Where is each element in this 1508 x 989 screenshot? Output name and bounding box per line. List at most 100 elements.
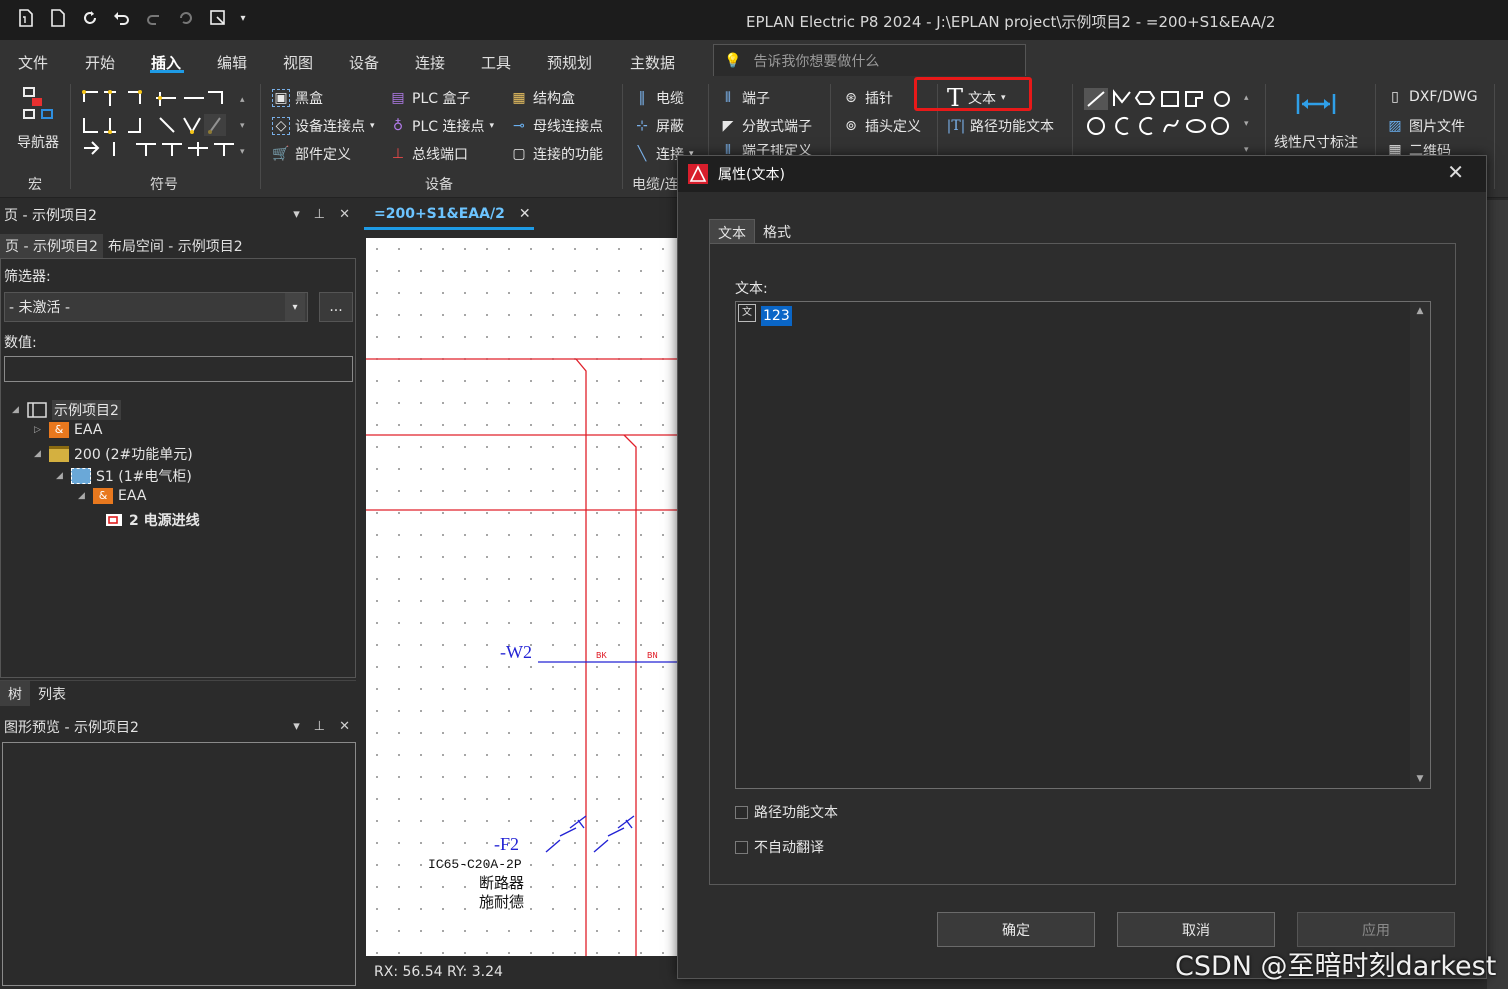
path-function-text-button[interactable]: |T| 路径功能文本: [947, 116, 1054, 136]
tab-layout-space[interactable]: 布局空间 - 示例项目2: [103, 234, 248, 258]
close-icon[interactable]: ✕: [1447, 160, 1464, 184]
plc-connection-point-button[interactable]: ♁ PLC 连接点 ▾: [389, 116, 494, 136]
bus-port-icon: ⊥: [391, 146, 405, 162]
tab-master-data[interactable]: 主数据: [630, 52, 675, 73]
dimension-icon: [1296, 94, 1336, 114]
close-icon[interactable]: ✕: [339, 207, 350, 222]
tab-tree[interactable]: 树: [0, 681, 30, 706]
scrollbar[interactable]: ▲ ▼: [1410, 302, 1430, 788]
apply-button[interactable]: 应用: [1297, 912, 1455, 947]
repeat-icon[interactable]: [174, 6, 198, 30]
text-value[interactable]: 123: [761, 306, 792, 326]
plc-connection-icon: ♁: [392, 118, 404, 134]
pin-panel-icon[interactable]: ⊥: [314, 207, 325, 222]
tab-format[interactable]: 格式: [755, 219, 799, 243]
navigator-label: 导航器: [17, 135, 59, 151]
schematic-canvas[interactable]: -W2 BK BN -F2 IC65-C20A-2P 断路器 施耐德: [366, 238, 678, 956]
path-function-text-checkbox[interactable]: 路径功能文本: [735, 802, 838, 822]
structure-box-button[interactable]: ▦ 结构盒: [510, 88, 575, 108]
tree-node-eaa[interactable]: ▷ & EAA: [34, 422, 102, 438]
collapse-icon[interactable]: ◢: [12, 405, 22, 415]
page-panel-tabs: 页 - 示例项目2 布局空间 - 示例项目2: [0, 234, 362, 258]
separator: [70, 84, 71, 189]
collapse-icon[interactable]: ◢: [34, 449, 44, 459]
tab-pages[interactable]: 页 - 示例项目2: [0, 234, 103, 258]
tab-text[interactable]: 文本: [709, 219, 755, 243]
watermark: CSDN @至暗时刻darkest: [1175, 951, 1497, 982]
document-tab[interactable]: =200+S1&EAA/2 ✕: [364, 200, 534, 230]
connection-icon: ╲: [637, 146, 647, 162]
quick-access-toolbar: ▾: [14, 6, 248, 30]
terminal-button[interactable]: ⦀ 端子: [719, 88, 770, 108]
image-file-button[interactable]: ▨ 图片文件: [1386, 116, 1465, 136]
tab-preplanning[interactable]: 预规划: [547, 52, 592, 73]
pin-panel-icon[interactable]: ⊥: [314, 719, 325, 734]
close-icon[interactable]: ✕: [519, 206, 531, 222]
eplan-app-icon: [688, 164, 708, 184]
text-input[interactable]: 文 123 ▲ ▼: [735, 301, 1431, 789]
tab-edit[interactable]: 编辑: [217, 52, 247, 73]
collapse-icon[interactable]: ◢: [56, 471, 66, 481]
part-definition-icon: 🛒: [272, 146, 290, 162]
tree-node-project[interactable]: ◢ 示例项目2: [12, 400, 121, 420]
distributed-terminal-button[interactable]: ◤ 分散式端子: [719, 116, 812, 136]
tell-me-search[interactable]: 💡 告诉我你想要做什么: [713, 44, 1026, 77]
collapse-icon[interactable]: ◢: [78, 491, 88, 501]
ok-button[interactable]: 确定: [937, 912, 1095, 947]
close-icon[interactable]: ✕: [339, 719, 350, 734]
undo-icon[interactable]: [110, 6, 134, 30]
open-file-icon[interactable]: [46, 6, 70, 30]
redo-icon[interactable]: [142, 6, 166, 30]
tree-node-page[interactable]: 2 电源进线: [104, 510, 200, 530]
tab-tools[interactable]: 工具: [481, 52, 511, 73]
linear-dimension-button[interactable]: 线性尺寸标注: [1274, 90, 1358, 152]
pin-button[interactable]: ⊛ 插针: [842, 88, 893, 108]
dialog-body: 文本: 文 123 ▲ ▼ 路径功能文本 不自动翻译: [709, 243, 1456, 885]
customize-qat-icon[interactable]: ▾: [238, 6, 248, 30]
navigator-button[interactable]: 导航器: [14, 84, 62, 152]
part-definition-button[interactable]: 🛒 部件定义: [272, 144, 351, 164]
refresh-icon[interactable]: [78, 6, 102, 30]
tree-node-eaa-sub[interactable]: ◢ & EAA: [78, 488, 146, 504]
bus-port-button[interactable]: ⊥ 总线端口: [389, 144, 468, 164]
tab-connection[interactable]: 连接: [415, 52, 445, 73]
connected-function-button[interactable]: ▢ 连接的功能: [510, 144, 603, 164]
black-box-button[interactable]: ▣ 黑盒: [272, 88, 323, 108]
symbol-gallery[interactable]: ▴ ▾ ▾: [80, 88, 252, 160]
dropdown-icon[interactable]: ▾: [293, 719, 300, 734]
connected-function-icon: ▢: [512, 146, 526, 162]
group-label-macro: 宏: [28, 177, 42, 193]
select-icon[interactable]: [206, 6, 230, 30]
tree-node-cabinet[interactable]: ◢ S1 (1#电气柜): [56, 466, 192, 486]
cabinet-icon: [71, 468, 91, 484]
device-connection-point-button[interactable]: ◇ 设备连接点 ▾: [272, 116, 375, 136]
tab-file[interactable]: 文件: [18, 52, 48, 73]
tab-device[interactable]: 设备: [349, 52, 379, 73]
filter-more-button[interactable]: ...: [319, 292, 353, 322]
cable-button[interactable]: ‖ 电缆: [633, 88, 685, 108]
graphics-gallery[interactable]: ▴ ▾ ▾: [1084, 86, 1254, 156]
plc-box-button[interactable]: ▤ PLC 盒子: [389, 88, 470, 108]
tab-list[interactable]: 列表: [30, 681, 74, 706]
plug-definition-button[interactable]: ⊚ 插头定义: [842, 116, 921, 136]
tree-node-function-unit[interactable]: ◢ 200 (2#功能单元): [34, 444, 193, 464]
plug-definition-icon: ⊚: [845, 118, 857, 134]
busbar-connection-point-button[interactable]: ⊸ 母线连接点: [510, 116, 603, 136]
terminal-icon: ⦀: [724, 90, 732, 106]
dxf-dwg-button[interactable]: ▯ DXF/DWG: [1386, 88, 1477, 106]
new-file-icon[interactable]: [14, 6, 38, 30]
tab-start[interactable]: 开始: [85, 52, 115, 73]
pin-icon: ⊛: [845, 90, 857, 106]
no-auto-translate-checkbox[interactable]: 不自动翻译: [735, 837, 824, 857]
value-input[interactable]: [4, 356, 353, 382]
shield-button[interactable]: ⊹ 屏蔽: [633, 116, 684, 136]
tab-view[interactable]: 视图: [283, 52, 313, 73]
filter-select[interactable]: - 未激活 - ▾: [4, 292, 308, 322]
chevron-down-icon: ▾: [285, 293, 305, 321]
translate-icon[interactable]: 文: [738, 304, 756, 322]
dropdown-icon[interactable]: ▾: [293, 207, 300, 222]
expand-icon[interactable]: ▷: [34, 425, 44, 435]
preview-panel-header: 图形预览 - 示例项目2 ▾ ⊥ ✕: [4, 719, 350, 736]
search-placeholder: 告诉我你想要做什么: [753, 53, 880, 70]
cancel-button[interactable]: 取消: [1117, 912, 1275, 947]
